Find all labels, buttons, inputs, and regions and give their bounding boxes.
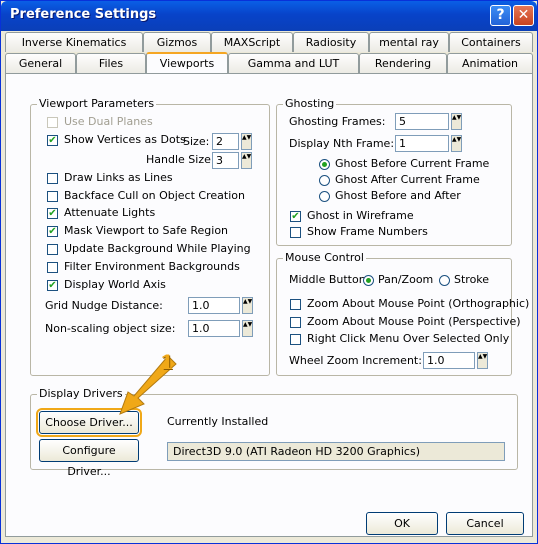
display-nth-frame-spinner[interactable]: 1 [395, 135, 449, 152]
ghost-before-label: Ghost Before Current Frame [335, 157, 490, 170]
grid-nudge-spinner[interactable]: 1.0 [188, 297, 240, 314]
ghost-after-label: Ghost After Current Frame [335, 173, 480, 186]
zoom-persp-checkbox[interactable] [290, 317, 301, 328]
use-dual-planes-checkbox[interactable] [47, 117, 58, 128]
preference-settings-window: Preference Settings ? ✕ Inverse Kinemati… [0, 0, 538, 544]
tab-radiosity[interactable]: Radiosity [293, 32, 369, 52]
wheel-zoom-spinner[interactable]: 1.0 [423, 352, 475, 369]
grid-nudge-label: Grid Nudge Distance: [45, 299, 163, 312]
viewports-tab-panel: Viewport Parameters Use Dual Planes ✔ Sh… [5, 73, 533, 537]
help-button[interactable]: ? [490, 5, 511, 26]
tab-viewports[interactable]: Viewports [146, 52, 228, 74]
tab-gamma-and-lut[interactable]: Gamma and LUT [228, 53, 359, 73]
ghosting-frames-spinner-arrows[interactable]: ▲▼ [451, 113, 462, 130]
pan-zoom-radio[interactable] [363, 275, 374, 286]
size-label: Size: [183, 135, 210, 148]
filter-environment-label: Filter Environment Backgrounds [64, 260, 240, 273]
tab-rendering[interactable]: Rendering [359, 53, 447, 73]
viewport-parameters-group: Viewport Parameters Use Dual Planes ✔ Sh… [30, 97, 270, 376]
update-background-label: Update Background While Playing [64, 242, 251, 255]
cancel-button[interactable]: Cancel [446, 512, 524, 535]
tab-general[interactable]: General [5, 53, 76, 73]
show-frame-numbers-label: Show Frame Numbers [307, 225, 428, 238]
backface-cull-checkbox[interactable] [47, 191, 58, 202]
ghost-wireframe-checkbox[interactable]: ✔ [290, 211, 301, 222]
middle-button-label: Middle Button: [289, 273, 370, 286]
tab-mental-ray[interactable]: mental ray [369, 32, 449, 52]
show-frame-numbers-checkbox[interactable] [290, 227, 301, 238]
title-bar[interactable]: Preference Settings ? ✕ [1, 1, 537, 31]
display-world-axis-label: Display World Axis [64, 278, 166, 291]
grid-nudge-spinner-arrows[interactable]: ▲▼ [242, 297, 253, 314]
attenuate-lights-label: Attenuate Lights [64, 206, 156, 219]
draw-links-label: Draw Links as Lines [64, 171, 173, 184]
stroke-radio[interactable] [439, 275, 450, 286]
handle-size-label: Handle Size: [146, 153, 215, 166]
handle-size-spinner[interactable]: 3 [212, 152, 239, 169]
close-button[interactable]: ✕ [513, 5, 534, 26]
window-title: Preference Settings [10, 7, 157, 22]
display-drivers-title: Display Drivers [37, 387, 125, 400]
configure-driver-button[interactable]: Configure Driver... [39, 439, 139, 478]
tab-gizmos[interactable]: Gizmos [143, 32, 211, 52]
viewport-parameters-title: Viewport Parameters [37, 97, 157, 110]
mouse-control-title: Mouse Control [283, 251, 366, 264]
right-click-menu-label: Right Click Menu Over Selected Only [307, 332, 510, 345]
ghosting-group: Ghosting Ghosting Frames: 5 ▲▼ Display N… [276, 97, 512, 246]
mask-viewport-checkbox[interactable]: ✔ [47, 226, 58, 237]
update-background-checkbox[interactable] [47, 244, 58, 255]
ok-button[interactable]: OK [366, 512, 438, 535]
ghost-both-label: Ghost Before and After [335, 189, 461, 202]
display-drivers-group: Display Drivers Choose Driver... Current… [30, 387, 518, 478]
ghosting-title: Ghosting [283, 97, 337, 110]
tab-animation[interactable]: Animation [447, 53, 533, 73]
zoom-ortho-label: Zoom About Mouse Point (Orthographic) [307, 297, 530, 310]
ghost-both-radio[interactable] [319, 191, 330, 202]
size-spinner-arrows[interactable]: ▲▼ [241, 133, 252, 150]
size-spinner[interactable]: 2 [212, 133, 239, 150]
attenuate-lights-checkbox[interactable]: ✔ [47, 208, 58, 219]
display-nth-frame-spinner-arrows[interactable]: ▲▼ [451, 135, 462, 152]
use-dual-planes-label: Use Dual Planes [64, 115, 153, 128]
annotation-number: 1 [160, 350, 174, 374]
ghost-wireframe-label: Ghost in Wireframe [307, 209, 414, 222]
ghosting-frames-spinner[interactable]: 5 [395, 113, 449, 130]
mouse-control-group: Mouse Control Middle Button: Pan/Zoom St… [276, 251, 529, 376]
tab-files[interactable]: Files [76, 53, 146, 73]
display-world-axis-checkbox[interactable]: ✔ [47, 280, 58, 291]
zoom-ortho-checkbox[interactable] [290, 299, 301, 310]
show-vertices-checkbox[interactable]: ✔ [47, 135, 58, 146]
handle-size-spinner-arrows[interactable]: ▲▼ [241, 152, 252, 169]
mask-viewport-label: Mask Viewport to Safe Region [64, 224, 229, 237]
wheel-zoom-spinner-arrows[interactable]: ▲▼ [477, 352, 488, 369]
draw-links-checkbox[interactable] [47, 173, 58, 184]
show-vertices-label: Show Vertices as Dots [64, 133, 186, 146]
wheel-zoom-label: Wheel Zoom Increment: [289, 354, 422, 367]
installed-driver-field: Direct3D 9.0 (ATI Radeon HD 3200 Graphic… [167, 442, 505, 461]
ghosting-frames-label: Ghosting Frames: [289, 115, 386, 128]
non-scaling-spinner-arrows[interactable]: ▲▼ [242, 320, 253, 337]
tab-containers[interactable]: Containers [449, 32, 533, 52]
filter-environment-checkbox[interactable] [47, 262, 58, 273]
pan-zoom-label: Pan/Zoom [378, 273, 434, 286]
display-nth-frame-label: Display Nth Frame: [289, 137, 395, 150]
ghost-after-radio[interactable] [319, 175, 330, 186]
tab-inverse-kinematics[interactable]: Inverse Kinematics [5, 32, 143, 52]
zoom-persp-label: Zoom About Mouse Point (Perspective) [307, 315, 521, 328]
stroke-label: Stroke [454, 273, 490, 286]
tab-maxscript[interactable]: MAXScript [211, 32, 293, 52]
non-scaling-label: Non-scaling object size: [45, 322, 176, 335]
non-scaling-spinner[interactable]: 1.0 [188, 320, 240, 337]
ghost-before-radio[interactable] [319, 159, 330, 170]
right-click-menu-checkbox[interactable] [290, 334, 301, 345]
annotation-arrow-icon [119, 355, 177, 415]
backface-cull-label: Backface Cull on Object Creation [64, 189, 245, 202]
